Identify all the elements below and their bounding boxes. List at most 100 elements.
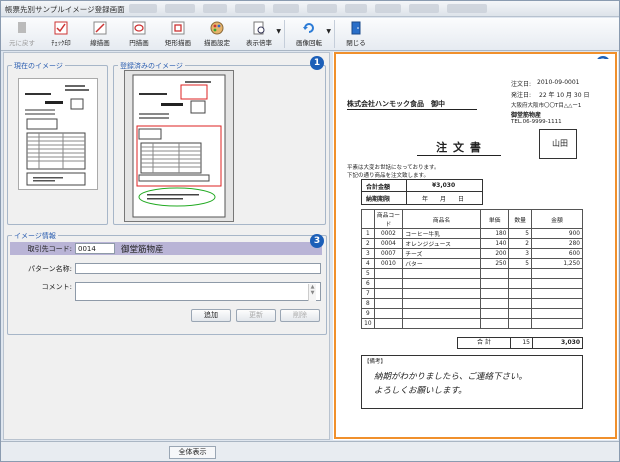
comment-label: コメント: — [41, 283, 72, 291]
current-image-thumbnail[interactable] — [18, 78, 98, 190]
stamp-box: 山田 — [539, 129, 577, 159]
deadline-label: 納期期限 — [366, 196, 391, 203]
remarks-label: 【備考】 — [364, 359, 387, 365]
update-button[interactable]: 更新 — [236, 309, 276, 322]
magnifier-page-icon — [251, 20, 267, 36]
table-cell: 8 — [361, 298, 375, 309]
chevron-down-icon: ▼ — [276, 28, 281, 35]
sender-tel: TEL.06-9999-1111 — [511, 119, 562, 125]
table-cell: 0002 — [373, 228, 404, 239]
table-cell — [373, 288, 404, 299]
undo-button[interactable]: 元に戻す — [3, 18, 41, 50]
table-cell — [508, 268, 532, 279]
remarks-box: 【備考】 納期がわかりましたら、ご連絡下さい。 よろしくお願いします。 — [361, 355, 583, 409]
comment-row: コメント: — [10, 282, 322, 302]
sum-row: 合 計 15 3,030 — [457, 337, 583, 349]
order-date-label: 注文日: — [511, 81, 532, 88]
sum-label: 合 計 — [458, 338, 511, 348]
table-header-row: 商品コード 商品名 単価 数量 金額 — [361, 209, 584, 229]
column-header: 数量 — [508, 209, 532, 229]
registered-image-thumbnail[interactable] — [124, 70, 234, 222]
circle-icon — [131, 20, 147, 36]
table-cell — [479, 318, 510, 329]
rect-draw-button[interactable]: 矩形描画 — [159, 18, 197, 50]
registered-image-group: 登録済みのイメージ — [113, 61, 326, 225]
table-cell: 3 — [361, 248, 375, 259]
customer-name: 御堂筋物産 — [121, 244, 164, 255]
issue-date-value: 22 年 10 月 30 日 — [539, 92, 590, 99]
order-document: 注文日: 2010-09-0001 発注日: 22 年 10 月 30 日 大阪… — [339, 59, 611, 435]
column-header: 商品コード — [373, 209, 404, 229]
deadline-value: 年 月 日 — [422, 196, 465, 203]
rotate-icon — [301, 20, 317, 36]
table-cell — [373, 308, 404, 319]
check-mark-button[interactable]: ﾁｪｯｸ印 — [42, 18, 80, 50]
table-cell: 10 — [361, 318, 375, 329]
table-cell — [479, 278, 510, 289]
table-cell — [508, 308, 532, 319]
line-icon — [92, 20, 108, 36]
table-cell: 200 — [479, 248, 510, 259]
table-row: 1 0002 コーヒー牛乳 180 5 900 — [361, 228, 584, 239]
draw-settings-button[interactable]: 描画設定 — [198, 18, 236, 50]
table-cell — [530, 268, 584, 279]
table-cell — [402, 308, 481, 319]
circle-draw-button[interactable]: 円描画 — [120, 18, 158, 50]
check-icon — [53, 20, 69, 36]
intro-line-2: 下記の通り商品を注文致します。 — [347, 173, 429, 179]
table-cell: チーズ — [402, 248, 481, 259]
callout-badge-1: 1 — [310, 56, 324, 70]
table-cell: 7 — [361, 288, 375, 299]
window-title: 帳票先別サンプルイメージ登録画面 — [5, 5, 125, 14]
column-header: 金額 — [530, 209, 584, 229]
table-cell — [479, 288, 510, 299]
customer-code-input[interactable]: 0014 — [75, 243, 115, 254]
table-cell — [530, 318, 584, 329]
table-cell: 600 — [530, 248, 584, 259]
full-view-button[interactable]: 全体表示 — [169, 446, 216, 459]
close-button[interactable]: 閉じる — [337, 18, 375, 50]
title-bar: 帳票先別サンプルイメージ登録画面 — [1, 1, 619, 17]
table-cell — [373, 298, 404, 309]
table-cell: 5 — [508, 258, 532, 269]
table-cell — [402, 268, 481, 279]
table-cell: 0004 — [373, 238, 404, 249]
comment-scrollbar[interactable]: ▲ ▼ — [308, 284, 316, 301]
rotate-dropdown[interactable]: 画像回転 ▼ — [287, 18, 331, 50]
table-cell — [508, 298, 532, 309]
toolbar: 元に戻す ﾁｪｯｸ印 線描画 円描画 矩形描画 描画設定 表示倍率 ▼ 画像回転… — [1, 18, 619, 51]
table-row: 6 — [361, 278, 584, 289]
line-draw-button[interactable]: 線描画 — [81, 18, 119, 50]
toolbar-separator — [284, 20, 285, 48]
table-cell: 280 — [530, 238, 584, 249]
table-cell: 2 — [508, 238, 532, 249]
zoom-dropdown[interactable]: 表示倍率 ▼ — [237, 18, 281, 50]
order-date-value: 2010-09-0001 — [537, 79, 580, 86]
table-cell: 900 — [530, 228, 584, 239]
column-header — [361, 209, 375, 229]
order-items-table: 商品コード 商品名 単価 数量 金額 1 0002 コーヒー牛乳 180 5 900 2 00… — [361, 209, 584, 329]
table-cell: 0010 — [373, 258, 404, 269]
table-cell — [530, 298, 584, 309]
pattern-name-input[interactable] — [75, 263, 321, 274]
image-info-label: イメージ情報 — [12, 231, 58, 241]
blurred-menu — [129, 4, 487, 13]
table-cell — [508, 288, 532, 299]
app-window: 帳票先別サンプルイメージ登録画面 元に戻す ﾁｪｯｸ印 線描画 円描画 矩形描画… — [0, 0, 620, 462]
table-cell — [373, 318, 404, 329]
table-row: 5 — [361, 268, 584, 279]
table-cell: 5 — [508, 228, 532, 239]
comment-textarea[interactable] — [75, 282, 321, 301]
intro-line-1: 平素は大変お世話になっております。 — [347, 165, 440, 171]
add-button[interactable]: 追加 — [191, 309, 231, 322]
table-cell: 3 — [508, 248, 532, 259]
column-header: 商品名 — [402, 209, 481, 229]
chevron-down-icon: ▼ — [326, 28, 331, 35]
pattern-row: パターン名称: — [10, 262, 322, 275]
palette-icon — [209, 20, 225, 36]
table-cell: コーヒー牛乳 — [402, 228, 481, 239]
table-cell — [402, 298, 481, 309]
table-cell — [508, 318, 532, 329]
delete-button[interactable]: 削除 — [280, 309, 320, 322]
table-cell: バター — [402, 258, 481, 269]
